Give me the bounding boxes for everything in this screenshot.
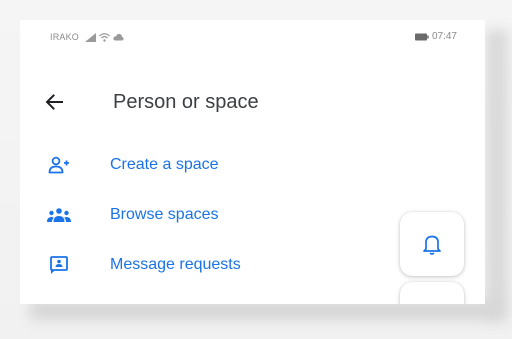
status-icons	[85, 32, 124, 42]
group-icon	[47, 203, 71, 227]
menu-item-label: Create a space	[110, 156, 219, 173]
action-menu: Create a space Browse spaces Message req…	[20, 140, 400, 290]
app-bar: Person or space	[20, 82, 485, 122]
wifi-icon	[99, 32, 110, 42]
back-button[interactable]	[40, 88, 68, 116]
status-bar: IRAKO 07:47	[20, 20, 485, 58]
menu-item-create-space[interactable]: Create a space	[20, 140, 400, 190]
page-title: Person or space	[113, 91, 259, 113]
arrow-left-icon	[45, 94, 63, 110]
menu-item-browse-spaces[interactable]: Browse spaces	[20, 190, 400, 240]
frame-shadow-right	[486, 30, 508, 320]
carrier-label: IRAKO	[50, 32, 80, 42]
bell-icon	[423, 235, 441, 255]
status-left: IRAKO	[50, 32, 124, 42]
notifications-fab[interactable]	[400, 212, 464, 276]
menu-item-label: Browse spaces	[110, 206, 219, 223]
phone-screen: IRAKO 07:47 Person or space Create a spa…	[20, 20, 485, 304]
secondary-fab[interactable]	[400, 282, 464, 304]
menu-item-message-requests[interactable]: Message requests	[20, 240, 400, 290]
signal-icon	[85, 32, 97, 42]
menu-item-label: Message requests	[110, 256, 241, 273]
clock-time: 07:47	[431, 31, 457, 42]
person-add-icon	[47, 153, 71, 177]
cloud-icon	[113, 33, 124, 41]
device-stage: IRAKO 07:47 Person or space Create a spa…	[0, 0, 512, 339]
status-right: 07:47	[414, 31, 457, 42]
battery-icon	[414, 33, 429, 40]
message-request-icon	[47, 253, 71, 277]
